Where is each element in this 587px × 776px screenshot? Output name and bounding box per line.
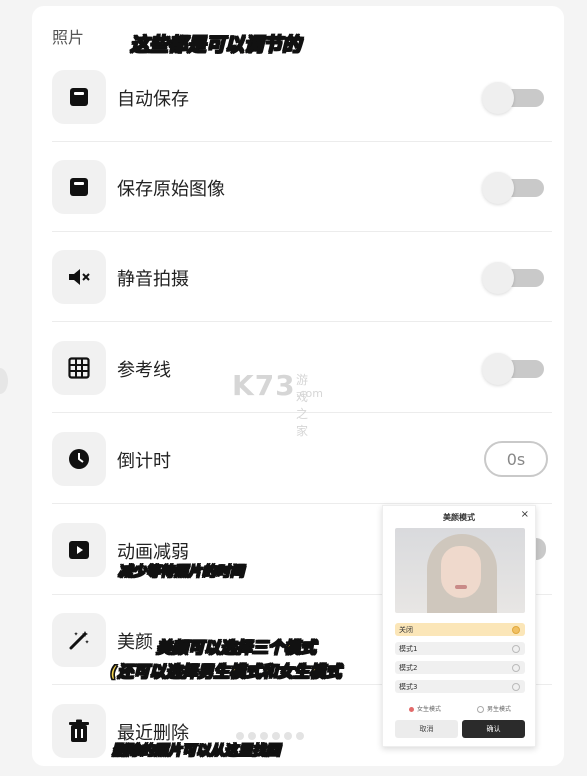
annotation-beauty-1: 美颜可以选择三个模式 <box>155 638 317 658</box>
back-handle[interactable] <box>0 368 8 394</box>
grid-lines-toggle[interactable] <box>482 353 546 385</box>
radio-icon <box>512 664 520 672</box>
save-original-icon <box>52 160 106 214</box>
page-indicator <box>236 732 304 740</box>
setting-label: 自动保存 <box>117 89 189 110</box>
gender-option-male[interactable]: 男生模式 <box>477 704 511 713</box>
confirm-button[interactable]: 确认 <box>462 720 525 738</box>
setting-label: 静音拍摄 <box>117 269 189 290</box>
portrait-preview-image <box>395 528 525 613</box>
section-title: 照片 <box>52 28 85 47</box>
setting-label: 倒计时 <box>117 451 171 472</box>
countdown-value-button[interactable]: 0s <box>484 441 548 477</box>
setting-row-auto-save[interactable]: 自动保存 <box>52 52 552 142</box>
annotation-beauty-2-wrap: (还可以选择男生模式和女生模式 <box>110 656 382 682</box>
beauty-option[interactable]: 模式3 <box>395 680 525 693</box>
setting-label: 保存原始图像 <box>117 179 225 200</box>
play-icon <box>52 523 106 577</box>
annotation-beauty-2: (还可以选择男生模式和女生模式 <box>110 662 342 682</box>
beauty-option[interactable]: 关闭 <box>395 623 525 636</box>
mute-speaker-icon <box>52 250 106 304</box>
gender-option-female[interactable]: 女生模式 <box>409 704 441 713</box>
beauty-option[interactable]: 模式2 <box>395 661 525 674</box>
magic-wand-icon <box>52 613 106 667</box>
watermark-domain: .com <box>296 387 323 400</box>
trash-icon <box>52 704 106 758</box>
site-watermark: K73 游戏之家 .com <box>232 369 323 438</box>
annotation-animation: 减少等待照片的时间 <box>118 564 245 581</box>
radio-icon <box>512 645 520 653</box>
annotation-deleted: 删除的照片可以从这里找回 <box>112 743 281 760</box>
setting-label: 美颜 <box>117 632 153 653</box>
cancel-button[interactable]: 取消 <box>395 720 458 738</box>
beauty-mode-dialog: 美颜模式 × 关闭 模式1 模式2 模式3 女生模式 男生模式 取消 确认 <box>382 505 536 747</box>
setting-row-silent-shoot[interactable]: 静音拍摄 <box>52 232 552 322</box>
save-icon <box>52 70 106 124</box>
setting-row-save-original[interactable]: 保存原始图像 <box>52 142 552 232</box>
dialog-title: 美颜模式 <box>443 513 475 522</box>
radio-icon <box>512 626 520 634</box>
close-icon[interactable]: × <box>521 509 529 520</box>
save-original-toggle[interactable] <box>482 172 546 204</box>
setting-label: 参考线 <box>117 360 171 381</box>
grid-icon <box>52 341 106 395</box>
watermark-logo: K73 <box>232 369 296 402</box>
auto-save-toggle[interactable] <box>482 82 546 114</box>
annotation-top: 这些都是可以调节的 <box>129 34 302 57</box>
silent-shoot-toggle[interactable] <box>482 262 546 294</box>
beauty-option[interactable]: 模式1 <box>395 642 525 655</box>
radio-icon <box>512 683 520 691</box>
clock-icon <box>52 432 106 486</box>
watermark-site: 游戏之家 <box>296 373 309 438</box>
